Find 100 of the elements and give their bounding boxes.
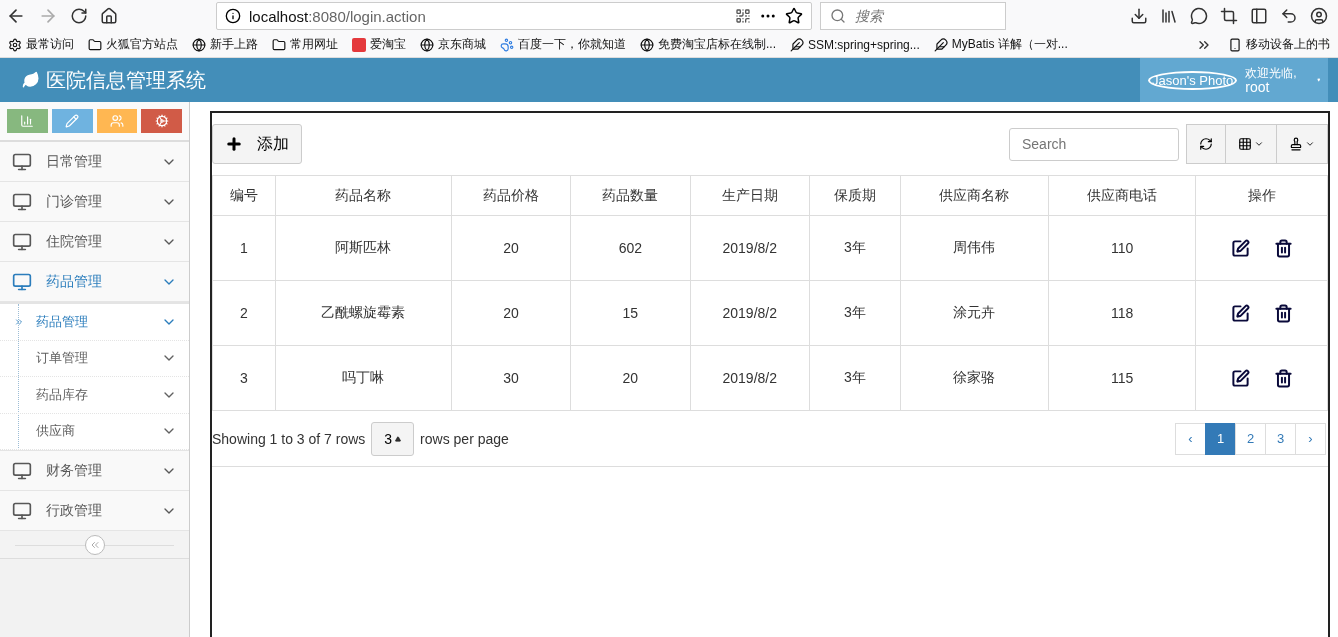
edit-icon[interactable] [1230, 238, 1250, 258]
table-cell: 1 [212, 215, 276, 281]
export-button[interactable] [1276, 124, 1328, 164]
submenu-item[interactable]: 订单管理 [0, 340, 189, 377]
trash-icon[interactable] [1273, 238, 1293, 258]
edit-icon[interactable] [1230, 303, 1250, 323]
plus-icon [225, 135, 243, 153]
bookmark-link[interactable]: 京东商城 [420, 36, 486, 53]
monitor-icon [12, 271, 32, 292]
monitor-icon [12, 191, 32, 212]
submenu-item[interactable]: 药品管理 [0, 304, 189, 341]
table-cell: 3 [212, 345, 276, 411]
trash-icon[interactable] [1273, 368, 1293, 388]
menu-item[interactable]: 财务管理 [0, 451, 189, 491]
page-button[interactable]: ‹ [1175, 422, 1206, 455]
table-cell: 2019/8/2 [690, 215, 810, 281]
sidebar-icon[interactable] [1250, 7, 1268, 25]
gear-icon [8, 37, 22, 52]
crop-icon[interactable] [1220, 7, 1238, 25]
column-header: 编号 [212, 175, 276, 216]
menu-item[interactable]: 门诊管理 [0, 182, 189, 222]
column-header: 保质期 [809, 175, 901, 216]
monitor-icon [12, 460, 32, 481]
column-header: 供应商名称 [900, 175, 1049, 216]
caret-icon [395, 435, 402, 442]
bookmark-link[interactable]: 火狐官方站点 [88, 36, 178, 53]
caret-icon [1254, 139, 1264, 149]
bookmark-link[interactable]: SSM:spring+spring... [790, 37, 920, 52]
table-cell: 3年 [809, 345, 901, 411]
cogs-button[interactable] [141, 109, 182, 133]
app-title: 医院信息管理系统 [46, 67, 206, 93]
columns-button[interactable] [1225, 124, 1277, 164]
qr-code-icon[interactable] [735, 8, 751, 24]
download-icon[interactable] [1130, 7, 1148, 25]
table-cell: 20 [451, 280, 571, 346]
rows-per-page-label: rows per page [420, 430, 509, 447]
refresh-icon [1199, 137, 1213, 151]
reload-icon[interactable] [70, 7, 88, 25]
bookmark-link[interactable]: 最常访问 [8, 36, 74, 53]
table-cell: 徐家骆 [900, 345, 1049, 411]
star-icon[interactable] [785, 7, 803, 25]
pagination-summary: Showing 1 to 3 of 7 rows [212, 430, 366, 447]
refresh-button[interactable] [1186, 124, 1226, 164]
feather-icon [933, 37, 948, 52]
column-header: 药品数量 [570, 175, 691, 216]
bookmark-link[interactable]: 常用网址 [272, 36, 338, 53]
submenu-item[interactable]: 供应商 [0, 413, 189, 450]
menu-item[interactable]: 日常管理 [0, 142, 189, 182]
bookmark-link[interactable]: 免费淘宝店标在线制... [640, 36, 776, 53]
page-button[interactable]: 2 [1235, 422, 1266, 455]
cogs-icon [154, 114, 169, 128]
search-field[interactable]: 搜索 [820, 2, 1006, 30]
bookmark-link[interactable]: 新手上路 [192, 36, 258, 53]
stamp-icon [1289, 137, 1303, 151]
search-field[interactable]: Search [1009, 127, 1179, 161]
page-size-dropdown[interactable]: 3 [371, 421, 415, 456]
globe-icon [420, 37, 434, 52]
double-chevron-icon [14, 316, 24, 327]
add-button[interactable]: 添加 [212, 124, 302, 164]
column-header: 供应商电话 [1048, 175, 1196, 216]
menu-item[interactable]: 行政管理 [0, 491, 189, 531]
column-header: 药品价格 [451, 175, 571, 216]
table-cell: 乙酰螺旋霉素 [275, 280, 452, 346]
page-button[interactable]: 3 [1265, 422, 1296, 455]
menu-item[interactable]: 药品管理 [0, 262, 189, 302]
home-icon[interactable] [100, 7, 118, 25]
table-cell: 2019/8/2 [690, 280, 810, 346]
caret-icon [1316, 76, 1320, 84]
table-cell: 吗丁啉 [275, 345, 452, 411]
address-bar[interactable]: localhost:8080/login.action [216, 2, 812, 30]
column-header: 操作 [1195, 175, 1328, 216]
folder-icon [272, 37, 286, 52]
bookmark-link[interactable]: 移动设备上的书 [1228, 36, 1330, 53]
table-cell: 3年 [809, 215, 901, 281]
monitor-icon [12, 151, 32, 172]
library-icon[interactable] [1160, 7, 1178, 25]
submenu-item[interactable]: 药品库存 [0, 377, 189, 414]
edit-icon[interactable] [1230, 368, 1250, 388]
table-cell: 2 [212, 280, 276, 346]
column-header: 药品名称 [275, 175, 452, 216]
table-cell: 2019/8/2 [690, 345, 810, 411]
bookmark-link[interactable]: 百度一下，你就知道 [500, 36, 626, 53]
bookmark-link[interactable]: MyBatis 详解（一对... [933, 36, 1068, 53]
page-button[interactable]: › [1295, 422, 1326, 455]
account-icon[interactable] [1310, 7, 1328, 25]
undo-icon[interactable] [1280, 7, 1298, 25]
menu-item[interactable]: 住院管理 [0, 222, 189, 262]
table-cell: 15 [570, 280, 691, 346]
table-cell: 110 [1048, 215, 1196, 281]
pencil-icon [65, 114, 80, 128]
table-cell: 阿斯匹林 [275, 215, 452, 281]
table-cell: 3年 [809, 280, 901, 346]
chat-bubble-icon[interactable] [1190, 7, 1208, 25]
table-cell: 115 [1048, 345, 1196, 411]
globe-icon [640, 37, 654, 52]
paw-icon [500, 37, 514, 52]
bookmark-link[interactable]: 爱淘宝 [352, 36, 406, 53]
page-button[interactable]: 1 [1205, 422, 1236, 455]
trash-icon[interactable] [1273, 303, 1293, 323]
globe-icon [192, 37, 206, 52]
